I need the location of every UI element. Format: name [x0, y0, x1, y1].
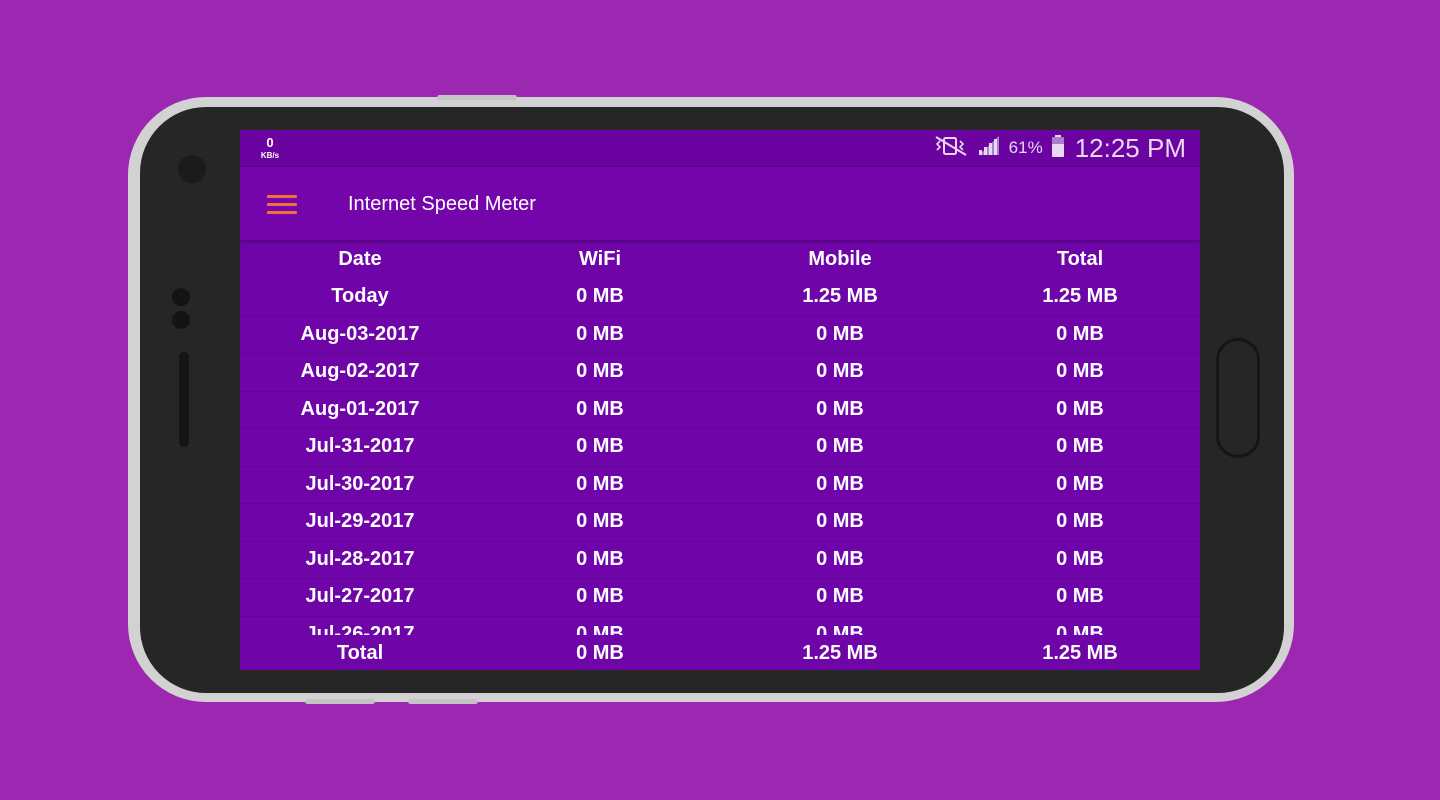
row-divider	[240, 428, 1200, 429]
row-wifi: 0 MB	[576, 322, 624, 345]
row-wifi: 0 MB	[576, 360, 624, 382]
row-wifi: 0 MB	[576, 285, 624, 307]
table-row[interactable]: Aug-01-2017 0 MB 0 MB 0 MB	[240, 390, 1200, 429]
vibrate-mute-icon	[933, 135, 969, 162]
row-mobile: 0 MB	[816, 360, 864, 382]
row-divider	[240, 615, 1200, 617]
row-mobile: 0 MB	[816, 510, 864, 532]
total-wifi: 0 MB	[576, 642, 624, 664]
proximity-sensor	[172, 311, 190, 329]
earpiece-speaker	[179, 352, 189, 447]
table-row[interactable]: Aug-02-2017 0 MB 0 MB 0 MB	[240, 353, 1200, 391]
row-wifi: 0 MB	[576, 435, 624, 457]
row-total: 0 MB	[1056, 397, 1104, 420]
column-header-mobile: Mobile	[808, 248, 872, 270]
row-wifi: 0 MB	[576, 622, 624, 636]
status-clock: 12:25 PM	[1074, 132, 1186, 163]
table-row[interactable]: Jul-29-2017 0 MB 0 MB 0 MB	[240, 503, 1200, 541]
phone-side-button	[305, 699, 375, 704]
row-mobile: 0 MB	[816, 472, 864, 495]
network-speed-value: 0	[266, 135, 274, 150]
row-mobile: 0 MB	[816, 322, 864, 345]
row-total: 0 MB	[1056, 585, 1104, 607]
table-row[interactable]: Jul-30-2017 0 MB 0 MB 0 MB	[240, 465, 1200, 504]
row-mobile: 0 MB	[816, 585, 864, 607]
table-header: Date WiFi Mobile Total	[240, 248, 1200, 271]
table-row[interactable]: Aug-03-2017 0 MB 0 MB 0 MB	[240, 315, 1200, 354]
total-total: 1.25 MB	[1042, 642, 1118, 664]
signal-icon	[977, 135, 1001, 162]
front-camera	[178, 155, 206, 183]
row-total: 0 MB	[1056, 510, 1104, 532]
row-total: 0 MB	[1056, 435, 1104, 457]
phone-side-button	[437, 95, 517, 100]
row-wifi: 0 MB	[576, 397, 624, 420]
table-row[interactable]: Today 0 MB 1.25 MB 1.25 MB	[240, 278, 1200, 316]
column-header-wifi: WiFi	[578, 248, 622, 270]
network-speed-indicator: 0 KB/s	[258, 136, 282, 160]
row-wifi: 0 MB	[576, 585, 624, 607]
column-header-date: Date	[338, 248, 382, 270]
row-total: 0 MB	[1056, 322, 1104, 345]
home-button[interactable]	[1216, 338, 1260, 458]
table-row[interactable]: Jul-26-2017 0 MB 0 MB 0 MB	[240, 615, 1200, 636]
total-row: Total 0 MB 1.25 MB 1.25 MB	[240, 642, 1200, 670]
row-total: 0 MB	[1056, 472, 1104, 495]
row-mobile: 0 MB	[816, 397, 864, 420]
row-date: Aug-02-2017	[300, 360, 420, 382]
app-toolbar: Internet Speed Meter	[240, 167, 1200, 240]
total-label: Total	[336, 642, 384, 664]
row-divider	[240, 315, 1200, 317]
battery-percent: 61%	[1008, 138, 1043, 157]
row-mobile: 0 MB	[816, 547, 864, 570]
table-row[interactable]: Jul-28-2017 0 MB 0 MB 0 MB	[240, 540, 1200, 579]
row-date: Jul-26-2017	[305, 622, 415, 636]
network-speed-unit: KB/s	[260, 151, 280, 160]
row-divider	[240, 390, 1200, 392]
app-title: Internet Speed Meter	[348, 193, 536, 215]
status-bar: 0 KB/s 61% 12:25 PM	[240, 130, 1200, 167]
row-divider	[240, 540, 1200, 542]
row-date: Jul-30-2017	[305, 472, 415, 495]
row-total: 0 MB	[1056, 622, 1104, 636]
row-total: 0 MB	[1056, 360, 1104, 382]
row-divider	[240, 465, 1200, 467]
table-row[interactable]: Jul-31-2017 0 MB 0 MB 0 MB	[240, 428, 1200, 466]
row-divider	[240, 578, 1200, 579]
row-wifi: 0 MB	[576, 547, 624, 570]
row-mobile: 1.25 MB	[802, 285, 878, 307]
row-date: Jul-29-2017	[305, 510, 415, 532]
usage-list[interactable]: Today 0 MB 1.25 MB 1.25 MB Aug-03-2017 0…	[240, 278, 1200, 635]
row-date: Aug-01-2017	[300, 397, 420, 420]
row-divider	[240, 353, 1200, 354]
battery-icon	[1051, 134, 1065, 163]
row-date: Jul-27-2017	[305, 585, 415, 607]
row-mobile: 0 MB	[816, 435, 864, 457]
status-icons: 61% 12:25 PM	[925, 130, 1186, 166]
row-total: 0 MB	[1056, 547, 1104, 570]
proximity-sensor	[172, 288, 190, 306]
row-wifi: 0 MB	[576, 472, 624, 495]
row-date: Today	[331, 285, 389, 307]
table-row[interactable]: Jul-27-2017 0 MB 0 MB 0 MB	[240, 578, 1200, 616]
phone-side-button	[408, 699, 478, 704]
column-header-total: Total	[1056, 248, 1104, 270]
row-date: Jul-28-2017	[305, 547, 415, 570]
app-screen: 0 KB/s 61% 12:25 PM Internet Speed Meter…	[240, 130, 1200, 670]
row-mobile: 0 MB	[816, 622, 864, 636]
row-date: Aug-03-2017	[300, 322, 420, 345]
row-date: Jul-31-2017	[305, 435, 415, 457]
row-divider	[240, 503, 1200, 504]
hamburger-menu-icon[interactable]	[267, 195, 297, 215]
row-wifi: 0 MB	[576, 510, 624, 532]
total-mobile: 1.25 MB	[802, 642, 878, 664]
row-total: 1.25 MB	[1042, 285, 1118, 307]
